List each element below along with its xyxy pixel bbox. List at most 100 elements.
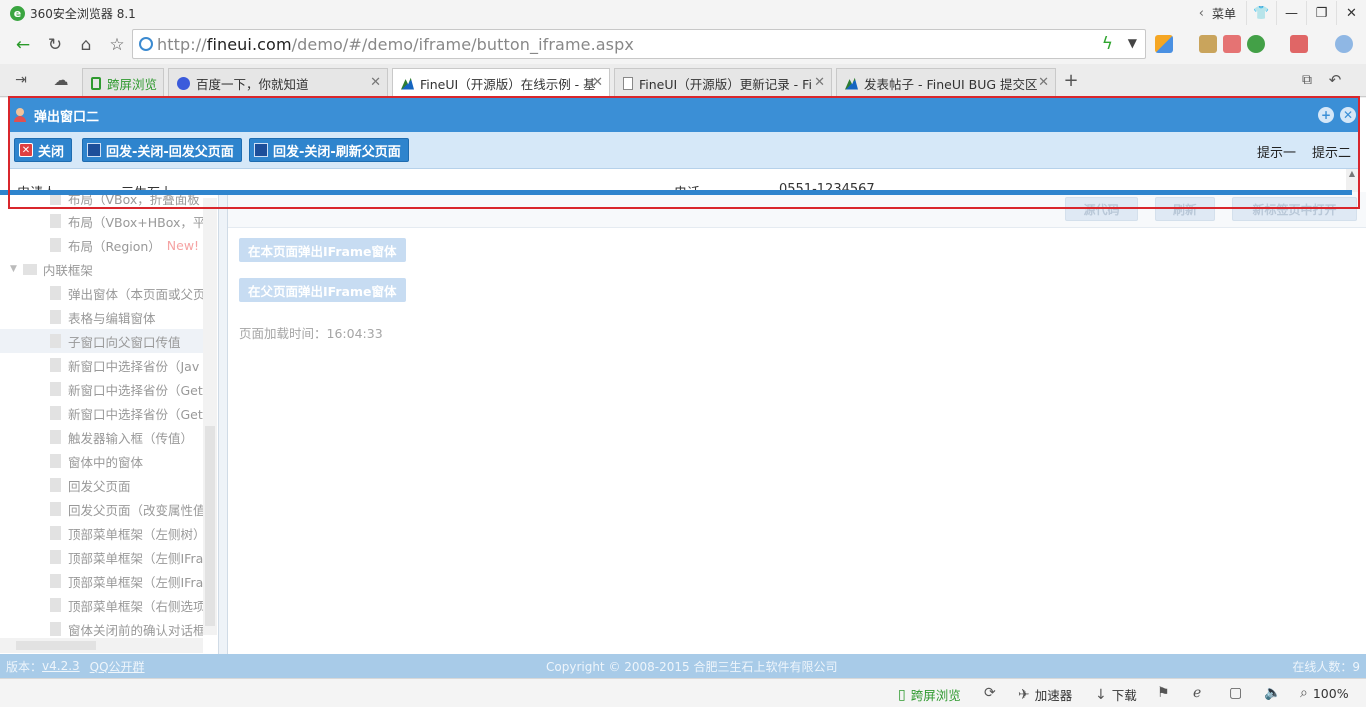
refresh-icon[interactable]: ↻ — [43, 33, 67, 57]
new-tab-icon[interactable]: + — [1059, 68, 1083, 92]
tab-close-icon[interactable]: ✕ — [814, 75, 825, 90]
home-icon[interactable]: ⌂ — [74, 33, 98, 57]
close-red-icon: ✕ — [19, 143, 33, 157]
apps-icon[interactable] — [1155, 35, 1173, 53]
version-label: 版本： — [6, 659, 43, 674]
back-icon[interactable]: ← — [11, 33, 35, 57]
document-icon — [623, 76, 633, 90]
chevron-down-icon[interactable]: ▼ — [1128, 36, 1137, 50]
tree-item-selected[interactable]: 子窗口向父窗口传值 — [0, 329, 203, 353]
adblock-icon[interactable] — [1290, 35, 1308, 53]
ie-mode-icon[interactable]: ℯ — [1193, 685, 1206, 701]
popup-form: 申请人 三生石上 电话 0551-1234567 ▲ — [8, 169, 1360, 192]
popup-self-iframe-button[interactable]: 在本页面弹出IFrame窗体 — [239, 238, 406, 262]
cloud-icon[interactable]: ☁ — [49, 68, 73, 92]
tree-horizontal-scrollbar[interactable] — [0, 638, 203, 653]
compat-mode-icon[interactable]: ⟳ — [984, 685, 1001, 701]
popup-bottom-border — [0, 190, 1352, 195]
popup-scrollbar[interactable]: ▲ — [1346, 169, 1358, 192]
tree-item[interactable]: 新窗口中选择省份（Get — [0, 377, 203, 401]
window-title: 360安全浏览器 8.1 — [30, 6, 136, 21]
search-icon[interactable] — [1335, 35, 1353, 53]
page-footer: 版本： v4.2.3 QQ公开群 Copyright © 2008-2015 合… — [0, 654, 1366, 678]
tree-item[interactable]: 布局（Region） New! — [0, 233, 203, 257]
tree-item[interactable]: 表格与编辑窗体 — [0, 305, 203, 329]
tree-item[interactable]: 回发父页面（改变属性值 — [0, 497, 203, 521]
close-icon[interactable]: ✕ — [1340, 107, 1356, 123]
tab-fineui-changelog[interactable]: FineUI（开源版）更新记录 - Fi ✕ — [614, 68, 832, 97]
minimize-button[interactable]: — — [1276, 1, 1306, 25]
tree-item[interactable]: 顶部菜单框架（左侧树） — [0, 521, 203, 545]
sound-icon[interactable]: 🔈 — [1264, 685, 1286, 701]
tab-fineui-demo[interactable]: FineUI（开源版）在线示例 - 基 ✕ — [392, 68, 610, 97]
scroll-up-icon[interactable]: ▲ — [1346, 169, 1358, 179]
view-source-button[interactable]: 源代码 — [1065, 197, 1138, 221]
qq-group-link[interactable]: QQ公开群 — [90, 658, 145, 675]
ext-icon[interactable] — [1223, 35, 1241, 53]
menu-label: 菜单 — [1211, 6, 1236, 21]
tip-one-button[interactable]: 提示一 — [1257, 142, 1296, 161]
postback-close-postback-parent-button[interactable]: 回发-关闭-回发父页面 — [82, 138, 242, 162]
tab-fineui-bug[interactable]: 发表帖子 - FineUI BUG 提交区 ✕ — [836, 68, 1056, 97]
rocket-icon: ✈ — [1018, 686, 1030, 703]
scrollbar-thumb[interactable] — [16, 641, 96, 650]
magnifier-icon: ⌕ — [1300, 685, 1308, 701]
tab-close-icon[interactable]: ✕ — [592, 75, 603, 90]
popup-parent-iframe-button[interactable]: 在父页面弹出IFrame窗体 — [239, 278, 406, 302]
tree-item[interactable]: 顶部菜单框架（右侧选项 — [0, 593, 203, 617]
tree-item[interactable]: 新窗口中选择省份（Jav — [0, 353, 203, 377]
tab-list-icon[interactable]: ⧉ — [1295, 68, 1319, 92]
tree-item[interactable]: 弹出窗体（本页面或父页 — [0, 281, 203, 305]
popup-header[interactable]: 弹出窗口二 + ✕ — [8, 98, 1360, 132]
undo-close-icon[interactable]: ↶ — [1323, 68, 1347, 92]
url-input[interactable]: http://fineui.com/demo/#/demo/iframe/but… — [132, 29, 1146, 59]
window-mode-icon[interactable]: ▢ — [1229, 685, 1247, 701]
page-icon — [50, 502, 61, 516]
sidebar-toggle-icon[interactable]: ⇥ — [9, 68, 33, 92]
tab-strip: ⇥ ☁ 跨屏浏览 百度一下，你就知道 ✕ FineUI（开源版）在线示例 - 基… — [0, 64, 1366, 97]
browser-statusbar: ▯ 跨屏浏览 ⟳ ✈ 加速器 ↓ 下载 ⚑ ℯ ▢ 🔈 ⌕ 100% — [0, 678, 1366, 707]
tree-item[interactable]: 新窗口中选择省份（Get — [0, 401, 203, 425]
download-button[interactable]: ↓ 下载 — [1095, 685, 1137, 704]
security-shield-icon[interactable] — [1247, 35, 1265, 53]
tab-cross-screen[interactable]: 跨屏浏览 — [82, 68, 164, 97]
zoom-control[interactable]: ⌕ 100% — [1300, 685, 1349, 701]
browser-logo-icon: e — [10, 5, 25, 21]
maximize-button[interactable]: ❐ — [1306, 1, 1336, 25]
maximize-icon[interactable]: + — [1318, 107, 1334, 123]
page-icon — [50, 238, 61, 252]
tree-item[interactable]: 回发父页面 — [0, 473, 203, 497]
translate-icon[interactable] — [1199, 35, 1217, 53]
tab-close-icon[interactable]: ✕ — [370, 75, 381, 90]
tree-item[interactable]: 顶部菜单框架（左侧IFra — [0, 569, 203, 593]
accelerator-button[interactable]: ✈ 加速器 — [1018, 685, 1072, 704]
load-time-text: 页面加载时间：16:04:33 — [239, 326, 383, 341]
flag-icon[interactable]: ⚑ — [1157, 685, 1175, 701]
tab-close-icon[interactable]: ✕ — [1038, 75, 1049, 90]
tree-vertical-scrollbar[interactable] — [203, 198, 217, 635]
cross-screen-button[interactable]: ▯ 跨屏浏览 — [898, 685, 961, 704]
tree-item[interactable]: 触发器输入框（传值） — [0, 425, 203, 449]
refresh-button[interactable]: 刷新 — [1155, 197, 1215, 221]
favorite-star-icon[interactable]: ☆ — [105, 33, 129, 57]
tree-item[interactable]: 顶部菜单框架（左侧IFra — [0, 545, 203, 569]
page-icon — [50, 526, 61, 540]
close-window-button[interactable]: ✕ — [1336, 1, 1366, 25]
tree-item[interactable]: 窗体中的窗体 — [0, 449, 203, 473]
tree-item[interactable]: 布局（VBox+HBox，平 — [0, 209, 203, 233]
page-icon — [50, 550, 61, 564]
menu-button[interactable]: ‹ 菜单 — [1199, 5, 1236, 22]
version-link[interactable]: v4.2.3 — [42, 659, 80, 673]
open-new-tab-button[interactable]: 新标签页中打开 — [1232, 197, 1357, 221]
fineui-logo-icon — [401, 77, 414, 90]
skin-icon[interactable]: 👕 — [1246, 1, 1276, 25]
folder-icon — [22, 263, 37, 275]
speed-mode-icon[interactable]: ϟ — [1102, 34, 1113, 54]
postback-close-refresh-parent-button[interactable]: 回发-关闭-刷新父页面 — [249, 138, 409, 162]
tree-folder-iframe[interactable]: ▼ 内联框架 — [10, 257, 93, 281]
tip-two-button[interactable]: 提示二 — [1312, 142, 1351, 161]
popup-toolbar: ✕ 关闭 回发-关闭-回发父页面 回发-关闭-刷新父页面 提示一 提示二 — [8, 132, 1360, 169]
close-button[interactable]: ✕ 关闭 — [14, 138, 73, 162]
tab-baidu[interactable]: 百度一下，你就知道 ✕ — [168, 68, 388, 97]
scrollbar-thumb[interactable] — [205, 426, 215, 626]
